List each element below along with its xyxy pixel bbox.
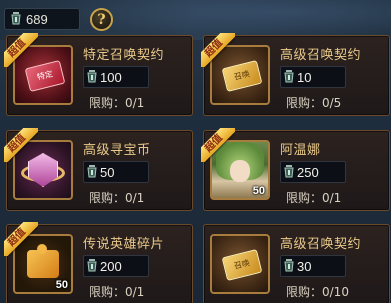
lantern-gem-icon <box>87 165 97 178</box>
lantern-gem-icon <box>284 259 294 272</box>
gold-summon-ticket-icon: 召唤 <box>210 234 270 294</box>
shop-item-card[interactable]: 超值 特定 特定召唤契约 100 限购：0/1 <box>4 33 193 116</box>
item-count: 50 <box>252 185 265 197</box>
price-field: 50 <box>83 161 149 183</box>
bargain-badge: 超值 <box>201 128 235 162</box>
lantern-gem-icon <box>87 70 97 83</box>
purchase-limit: 限购：0/1 <box>89 285 145 299</box>
item-count: 50 <box>55 279 68 291</box>
price-field: 30 <box>280 255 346 277</box>
shop-item-card[interactable]: 超值 50 传说英雄碎片 200 限购：0/1 <box>4 222 193 303</box>
currency-value: 689 <box>26 11 48 27</box>
purchase-limit: 限购：0/5 <box>286 96 342 110</box>
item-title: 高级寻宝币 <box>83 143 151 158</box>
item-title: 高级召唤契约 <box>280 237 362 252</box>
help-button[interactable]: ? <box>90 8 113 31</box>
bargain-badge: 超值 <box>4 33 38 67</box>
price-field: 100 <box>83 66 149 88</box>
lantern-gem-icon <box>284 165 294 178</box>
ticket-label: 召唤 <box>233 258 251 271</box>
purchase-limit: 限购：0/10 <box>286 285 349 299</box>
item-title: 特定召唤契约 <box>83 48 165 63</box>
price-value: 250 <box>297 164 319 180</box>
purchase-limit: 限购：0/1 <box>89 96 145 110</box>
price-field: 10 <box>280 66 346 88</box>
shop-item-card[interactable]: 超值 50 阿温娜 250 限购：0/1 <box>201 128 390 211</box>
ticket-label: 召唤 <box>233 69 251 82</box>
price-value: 30 <box>297 258 312 274</box>
bargain-badge: 超值 <box>201 33 235 67</box>
lantern-gem-icon <box>11 12 21 25</box>
price-value: 100 <box>100 69 122 85</box>
price-value: 200 <box>100 258 122 274</box>
ticket-label: 特定 <box>36 69 54 82</box>
item-title: 传说英雄碎片 <box>83 237 165 252</box>
item-title: 高级召唤契约 <box>280 48 362 63</box>
price-value: 10 <box>297 69 312 85</box>
price-field: 250 <box>280 161 346 183</box>
purchase-limit: 限购：0/1 <box>89 191 145 205</box>
shop-item-card[interactable]: 召唤 高级召唤契约 30 限购：0/10 <box>203 224 390 303</box>
bargain-badge: 超值 <box>4 128 38 162</box>
item-title: 阿温娜 <box>280 143 321 158</box>
help-label: ? <box>97 11 106 28</box>
shop-item-card[interactable]: 超值 高级寻宝币 50 限购：0/1 <box>4 128 193 211</box>
shop-item-card[interactable]: 超值 召唤 高级召唤契约 10 限购：0/5 <box>201 33 390 116</box>
bargain-badge: 超值 <box>4 222 38 256</box>
currency-display: 689 <box>4 8 80 30</box>
lantern-gem-icon <box>87 259 97 272</box>
lantern-gem-icon <box>284 70 294 83</box>
price-field: 200 <box>83 255 149 277</box>
price-value: 50 <box>100 164 115 180</box>
purchase-limit: 限购：0/1 <box>286 191 342 205</box>
